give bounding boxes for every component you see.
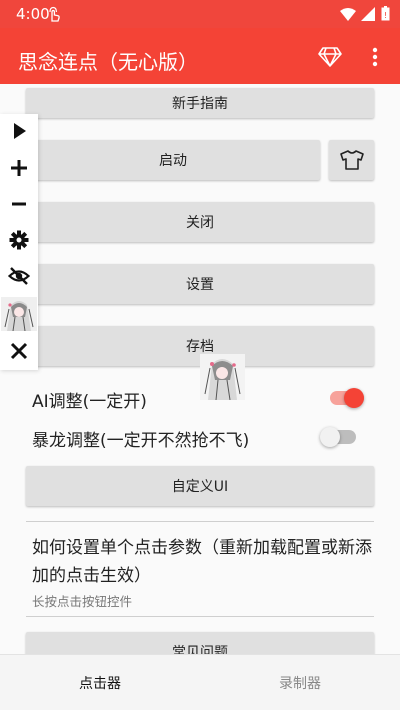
anime-character-image bbox=[200, 354, 245, 400]
close-button[interactable]: 关闭 bbox=[26, 202, 374, 242]
status-time: 4:00 bbox=[16, 5, 50, 23]
divider bbox=[26, 616, 374, 617]
touch-icon bbox=[49, 6, 60, 22]
skin-button[interactable] bbox=[329, 140, 374, 180]
settings-button[interactable]: 设置 bbox=[26, 264, 374, 304]
bottom-navigation: 点击器 录制器 bbox=[0, 654, 400, 710]
switch-thumb bbox=[320, 427, 340, 447]
wifi-icon bbox=[340, 8, 356, 21]
minus-icon[interactable] bbox=[8, 193, 30, 215]
app-title: 思念连点（无心版） bbox=[18, 50, 198, 74]
custom-ui-button[interactable]: 自定义UI bbox=[26, 466, 374, 506]
divider bbox=[26, 521, 374, 522]
dragon-adjust-label: 暴龙调整(一定开不然抢不飞) bbox=[32, 431, 250, 451]
ai-adjust-label: AI调整(一定开) bbox=[32, 392, 147, 412]
plus-icon[interactable] bbox=[8, 157, 30, 179]
guide-button[interactable]: 新手指南 bbox=[26, 88, 374, 118]
close-icon[interactable] bbox=[8, 340, 30, 362]
more-vert-icon[interactable] bbox=[369, 46, 381, 68]
start-button[interactable]: 启动 bbox=[26, 140, 320, 180]
avatar-thumbnail[interactable] bbox=[1, 297, 37, 331]
svg-text:!: ! bbox=[384, 11, 387, 20]
eye-off-icon[interactable] bbox=[8, 265, 30, 287]
gear-icon[interactable] bbox=[8, 229, 30, 251]
floating-toolbar bbox=[0, 114, 38, 370]
tshirt-icon bbox=[339, 150, 364, 170]
switch-thumb bbox=[344, 388, 364, 408]
signal-icon bbox=[361, 7, 375, 21]
click-params-help-subtitle: 长按点击按钮控件 bbox=[32, 594, 133, 609]
click-params-help-title[interactable]: 如何设置单个点击参数（重新加载配置或新添加的点击生效） bbox=[32, 534, 377, 590]
play-icon[interactable] bbox=[8, 120, 30, 142]
anime-character-image bbox=[1, 297, 37, 331]
floating-click-point-thumbnail[interactable] bbox=[200, 354, 245, 400]
nav-tab-clicker[interactable]: 点击器 bbox=[0, 655, 200, 710]
battery-icon: ! bbox=[381, 6, 390, 21]
diamond-icon[interactable] bbox=[318, 46, 342, 68]
nav-tab-recorder[interactable]: 录制器 bbox=[200, 655, 400, 710]
